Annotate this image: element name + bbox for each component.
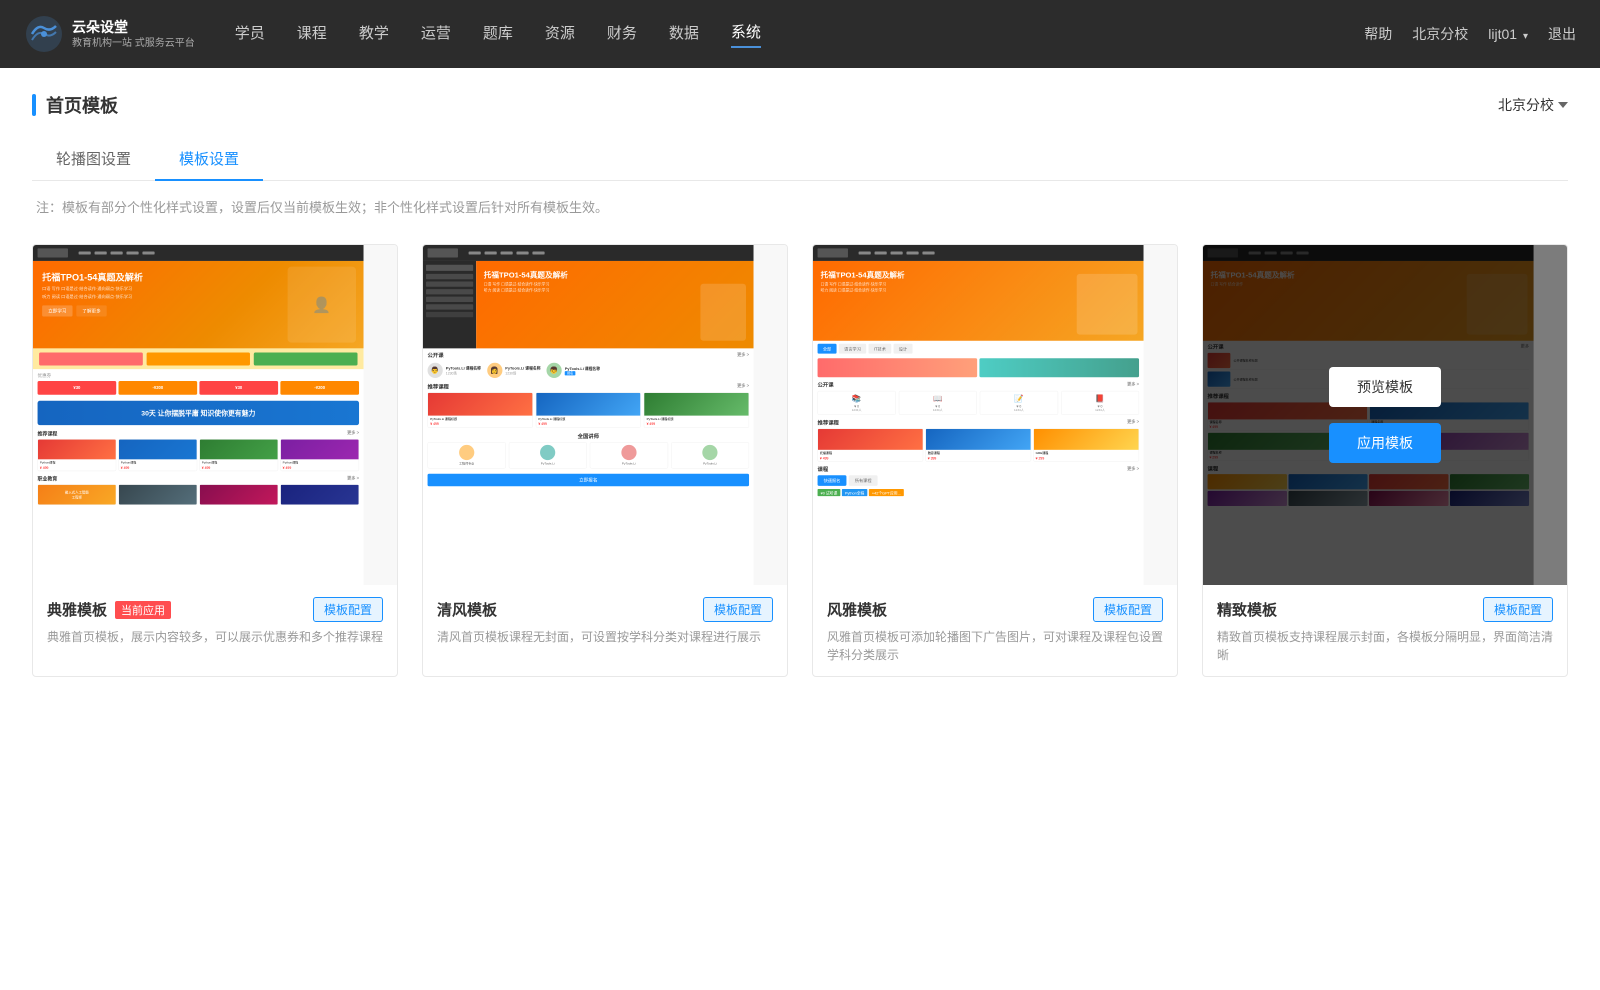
- config-button-4[interactable]: 模板配置: [1483, 597, 1553, 622]
- template-desc-2: 清风首页模板课程无封面，可设置按学科分类对课程进行展示: [437, 628, 773, 646]
- nav-item-system[interactable]: 系统: [731, 21, 761, 48]
- nav-item-students[interactable]: 学员: [235, 22, 265, 47]
- template-preview-3[interactable]: 托福TPO1-54真题及解析 口语 写作 口语是过·结合读作·快乐学习 听力 阅…: [813, 245, 1177, 585]
- apply-button-4[interactable]: 应用模板: [1329, 423, 1441, 463]
- help-link[interactable]: 帮助: [1364, 24, 1392, 44]
- page-title: 首页模板: [46, 92, 118, 118]
- nav-items: 学员 课程 教学 运营 题库 资源 财务 数据 系统: [235, 21, 1365, 48]
- template-name-4: 精致模板: [1217, 599, 1277, 620]
- tab-carousel[interactable]: 轮播图设置: [32, 138, 155, 181]
- nav-item-courses[interactable]: 课程: [297, 22, 327, 47]
- top-nav: 云朵设堂 教育机构一站 式服务云平台 学员 课程 教学 运营 题库 资源 财务 …: [0, 0, 1600, 68]
- nav-item-resources[interactable]: 资源: [545, 22, 575, 47]
- nav-item-teaching[interactable]: 教学: [359, 22, 389, 47]
- template-name-2: 清风模板: [437, 599, 497, 620]
- chevron-down-icon: [1558, 102, 1568, 108]
- logo-icon: [24, 14, 64, 54]
- template-footer-1: 典雅模板 当前应用 模板配置 典雅首页模板，展示内容较多，可以展示优惠券和多个推…: [33, 585, 397, 658]
- hover-overlay-4: 预览模板 应用模板: [1203, 245, 1567, 585]
- logout-link[interactable]: 退出: [1548, 24, 1576, 44]
- note-text: 注：模板有部分个性化样式设置，设置后仅当前模板生效；非个性化样式设置后针对所有模…: [32, 197, 1568, 216]
- page-title-bar: [32, 94, 36, 116]
- config-button-3[interactable]: 模板配置: [1093, 597, 1163, 622]
- page-title-wrap: 首页模板: [32, 92, 118, 118]
- template-desc-1: 典雅首页模板，展示内容较多，可以展示优惠券和多个推荐课程: [47, 628, 383, 646]
- template-card-3: 托福TPO1-54真题及解析 口语 写作 口语是过·结合读作·快乐学习 听力 阅…: [812, 244, 1178, 677]
- template-footer-4: 精致模板 模板配置 精致首页模板支持课程展示封面，各模板分隔明显，界面简洁清晰: [1203, 585, 1567, 676]
- branch-selector[interactable]: 北京分校: [1498, 95, 1568, 115]
- template-desc-3: 风雅首页模板可添加轮播图下广告图片，可对课程及课程包设置学科分类展示: [827, 628, 1163, 664]
- page-header: 首页模板 北京分校: [32, 92, 1568, 118]
- template-card-4: 托福TPO1-54真题及解析 口语 写作 结合读作 公开课更多: [1202, 244, 1568, 677]
- current-badge-1: 当前应用: [115, 601, 171, 619]
- template-preview-2[interactable]: 托福TPO1-54真题及解析 口语 写作 口语是过·结合读作·快乐学习 听力 阅…: [423, 245, 787, 585]
- template-name-3: 风雅模板: [827, 599, 887, 620]
- preview-button-4[interactable]: 预览模板: [1329, 367, 1441, 407]
- page-content: 首页模板 北京分校 轮播图设置 模板设置 注：模板有部分个性化样式设置，设置后仅…: [0, 68, 1600, 990]
- template-card-2: 托福TPO1-54真题及解析 口语 写作 口语是过·结合读作·快乐学习 听力 阅…: [422, 244, 788, 677]
- logo-text: 云朵设堂 教育机构一站 式服务云平台: [72, 18, 195, 49]
- nav-item-operations[interactable]: 运营: [421, 22, 451, 47]
- config-button-1[interactable]: 模板配置: [313, 597, 383, 622]
- template-card-1: 托福TPO1-54真题及解析 口语 写作 口语是过·结合读作·通向弱点·快乐学习…: [32, 244, 398, 677]
- user-menu[interactable]: lijt01 ▾: [1488, 26, 1528, 42]
- logo-area: 云朵设堂 教育机构一站 式服务云平台: [24, 14, 195, 54]
- tab-template[interactable]: 模板设置: [155, 138, 263, 181]
- template-footer-3: 风雅模板 模板配置 风雅首页模板可添加轮播图下广告图片，可对课程及课程包设置学科…: [813, 585, 1177, 676]
- template-name-1: 典雅模板: [47, 599, 107, 620]
- template-footer-2: 清风模板 模板配置 清风首页模板课程无封面，可设置按学科分类对课程进行展示: [423, 585, 787, 658]
- nav-item-finance[interactable]: 财务: [607, 22, 637, 47]
- template-grid: 托福TPO1-54真题及解析 口语 写作 口语是过·结合读作·通向弱点·快乐学习…: [32, 244, 1568, 677]
- branch-link[interactable]: 北京分校: [1412, 24, 1468, 44]
- nav-item-questions[interactable]: 题库: [483, 22, 513, 47]
- nav-right: 帮助 北京分校 lijt01 ▾ 退出: [1364, 24, 1576, 44]
- template-desc-4: 精致首页模板支持课程展示封面，各模板分隔明显，界面简洁清晰: [1217, 628, 1553, 664]
- template-preview-1[interactable]: 托福TPO1-54真题及解析 口语 写作 口语是过·结合读作·通向弱点·快乐学习…: [33, 245, 397, 585]
- tabs: 轮播图设置 模板设置: [32, 138, 1568, 181]
- config-button-2[interactable]: 模板配置: [703, 597, 773, 622]
- nav-item-data[interactable]: 数据: [669, 22, 699, 47]
- template-preview-4[interactable]: 托福TPO1-54真题及解析 口语 写作 结合读作 公开课更多: [1203, 245, 1567, 585]
